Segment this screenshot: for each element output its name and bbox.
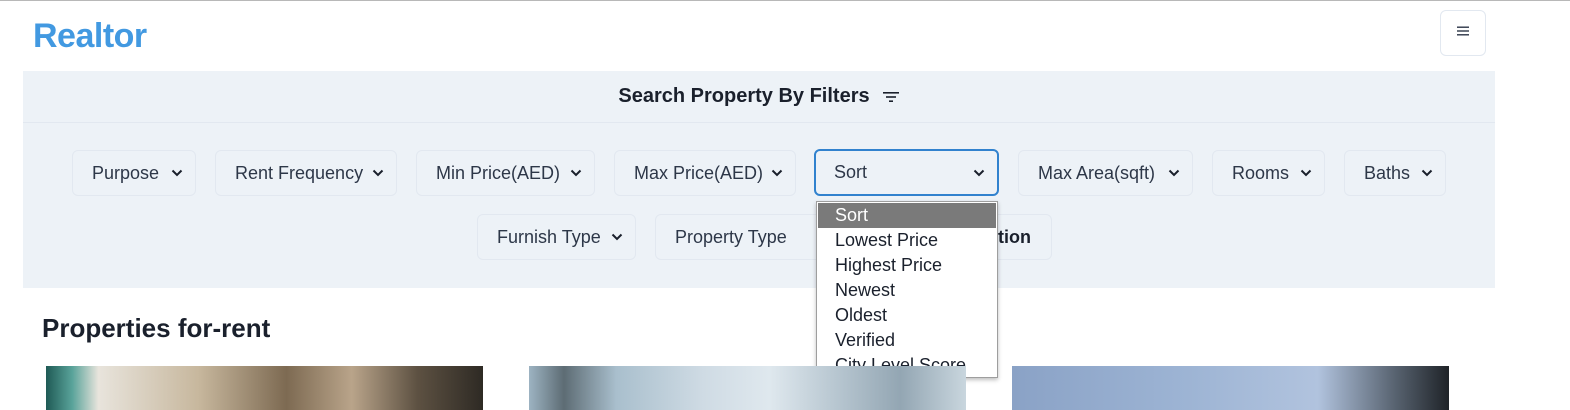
sort-select-label: Sort — [834, 162, 868, 182]
baths-select[interactable]: Baths — [1344, 150, 1446, 196]
rooms-select[interactable]: Rooms — [1212, 150, 1325, 196]
menu-button[interactable] — [1440, 10, 1486, 56]
property-type-select[interactable]: Property Type — [655, 214, 825, 260]
chevron-down-icon — [171, 169, 183, 177]
max-area-select-label: Max Area(sqft) — [1038, 162, 1156, 183]
rooms-select-label: Rooms — [1232, 162, 1290, 183]
sort-dropdown-list: Sort Lowest Price Highest Price Newest O… — [816, 201, 998, 378]
rent-frequency-select[interactable]: Rent Frequency — [215, 150, 397, 196]
chevron-down-icon — [771, 169, 783, 177]
property-card-image[interactable] — [46, 366, 483, 410]
sort-option-sort[interactable]: Sort — [818, 203, 996, 228]
sort-select[interactable]: Sort — [814, 149, 999, 196]
property-card-image[interactable] — [1012, 366, 1449, 410]
location-search-button-label: tion — [998, 226, 1031, 247]
min-price-select-label: Min Price(AED) — [436, 162, 561, 183]
chevron-down-icon — [611, 233, 623, 241]
chevron-down-icon — [1421, 169, 1433, 177]
sort-option-lowest-price[interactable]: Lowest Price — [817, 228, 997, 253]
chevron-down-icon — [1300, 169, 1312, 177]
sort-option-oldest[interactable]: Oldest — [817, 303, 997, 328]
section-title: Properties for-rent — [42, 313, 271, 343]
sort-option-newest[interactable]: Newest — [817, 278, 997, 303]
rent-frequency-select-label: Rent Frequency — [235, 162, 364, 183]
filter-panel-header[interactable]: Search Property By Filters — [23, 71, 1495, 123]
hamburger-icon — [1455, 23, 1471, 44]
top-border — [0, 0, 1570, 1]
baths-select-label: Baths — [1364, 162, 1411, 183]
filter-panel-title: Search Property By Filters — [618, 85, 870, 107]
purpose-select[interactable]: Purpose — [72, 150, 196, 196]
max-price-select[interactable]: Max Price(AED) — [614, 150, 796, 196]
chevron-down-icon — [1168, 169, 1180, 177]
chevron-down-icon — [973, 169, 985, 177]
chevron-down-icon — [372, 169, 384, 177]
brand-logo-link[interactable]: Realtor — [33, 17, 147, 56]
max-price-select-label: Max Price(AED) — [634, 162, 764, 183]
sort-option-highest-price[interactable]: Highest Price — [817, 253, 997, 278]
sort-option-verified[interactable]: Verified — [817, 328, 997, 353]
min-price-select[interactable]: Min Price(AED) — [416, 150, 595, 196]
chevron-down-icon — [570, 169, 582, 177]
purpose-select-label: Purpose — [92, 162, 160, 183]
max-area-select[interactable]: Max Area(sqft) — [1018, 150, 1193, 196]
property-card-image[interactable] — [529, 366, 966, 410]
filter-icon — [882, 90, 900, 104]
property-type-select-label: Property Type — [675, 226, 787, 247]
furnish-type-select[interactable]: Furnish Type — [477, 214, 636, 260]
furnish-type-select-label: Furnish Type — [497, 226, 601, 247]
